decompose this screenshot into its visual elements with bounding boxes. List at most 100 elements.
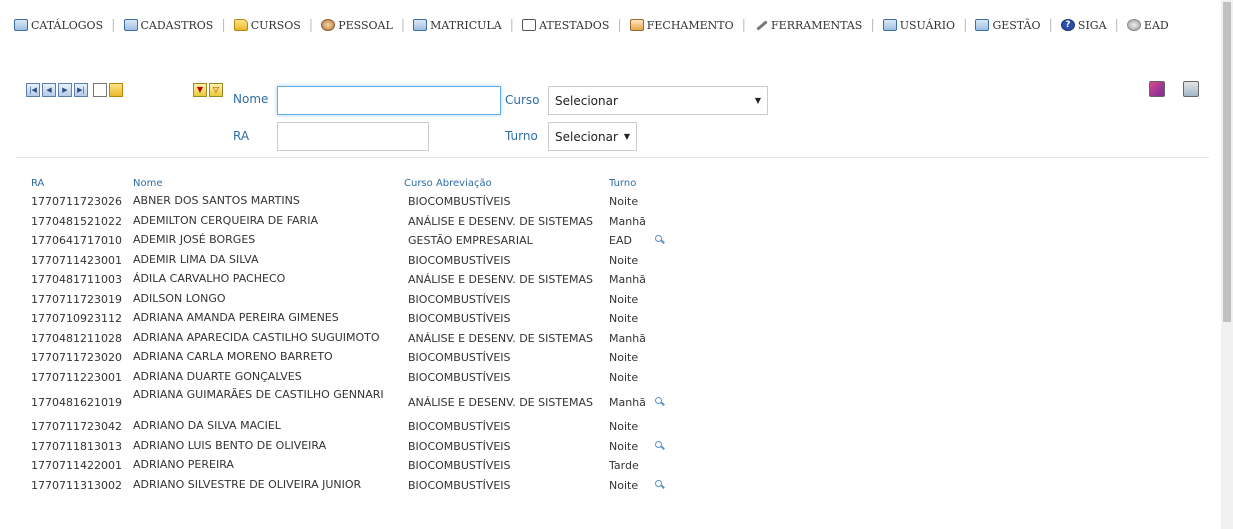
first-record-button[interactable]: |◀ bbox=[26, 83, 40, 97]
cell-curso: BIOCOMBUSTÍVEIS bbox=[408, 195, 511, 208]
cell-turno: Noite bbox=[609, 195, 639, 208]
cell-ra: 1770481521022 bbox=[31, 214, 122, 228]
menu-item-label: PESSOAL bbox=[338, 18, 393, 32]
cell-curso: BIOCOMBUSTÍVEIS bbox=[408, 253, 511, 267]
cell-curso: BIOCOMBUSTÍVEIS bbox=[408, 459, 511, 472]
table-row[interactable]: 1770711723042 ADRIANO DA SILVA MACIEL BIOC… bbox=[0, 418, 700, 438]
cell-nome: ADRIANA DUARTE GONÇALVES bbox=[133, 369, 302, 383]
cell-nome: ÁDILA CARVALHO PACHECO bbox=[133, 272, 286, 285]
header-curso[interactable]: Curso Abreviação bbox=[404, 178, 492, 189]
vertical-scrollbar[interactable] bbox=[1221, 0, 1233, 529]
report-book-icon[interactable] bbox=[1149, 81, 1165, 97]
menu-item-8[interactable]: USUÁRIO bbox=[882, 18, 956, 32]
cell-turno: Tarde bbox=[609, 459, 639, 472]
menu-item-label: USUÁRIO bbox=[899, 18, 956, 32]
chevron-down-icon: ▼ bbox=[623, 132, 631, 141]
cell-ra: 1770711813013 bbox=[31, 439, 122, 453]
tools-icon bbox=[754, 19, 768, 31]
next-record-button[interactable]: ▶ bbox=[58, 83, 72, 97]
header-ra[interactable]: RA bbox=[31, 178, 44, 189]
top-menu: CATÁLOGOS | CADASTROS | CURSOS | PESSOAL | MATRI… bbox=[14, 14, 1207, 36]
nome-input[interactable] bbox=[277, 86, 501, 115]
cell-curso: BIOCOMBUSTÍVEIS bbox=[408, 370, 511, 384]
last-record-button[interactable]: ▶| bbox=[74, 83, 88, 97]
search-icon[interactable] bbox=[655, 235, 664, 244]
previous-record-button[interactable]: ◀ bbox=[42, 83, 56, 97]
table-row[interactable]: 1770481211028 ADRIANA APARECIDA CASTILHO … bbox=[0, 330, 700, 350]
menu-separator: | bbox=[963, 17, 968, 33]
menu-item-3[interactable]: PESSOAL bbox=[321, 19, 393, 32]
filter-toolbar: ▼ ▽ bbox=[193, 83, 223, 97]
monitor-icon bbox=[975, 19, 990, 31]
menu-item-7[interactable]: FERRAMENTAS bbox=[754, 19, 862, 32]
ra-input[interactable] bbox=[277, 122, 429, 151]
table-row[interactable]: 1770711723020 ADRIANA CARLA MORENO BARRET… bbox=[0, 349, 700, 369]
header-nome[interactable]: Nome bbox=[133, 178, 163, 189]
search-icon[interactable] bbox=[655, 440, 664, 450]
new-document-icon[interactable] bbox=[93, 83, 107, 97]
cell-curso: BIOCOMBUSTÍVEIS bbox=[408, 292, 511, 306]
chevron-down-icon: ▼ bbox=[754, 96, 761, 105]
cell-ra: 1770481711003 bbox=[31, 273, 122, 286]
cell-nome: ADRIANA CARLA MORENO BARRETO bbox=[133, 350, 333, 363]
table-row[interactable]: 1770481711003 ÁDILA CARVALHO PACHECO ANÁLI… bbox=[0, 271, 700, 291]
menu-item-label: SIGA bbox=[1077, 18, 1107, 32]
open-folder-icon[interactable] bbox=[109, 83, 123, 97]
apply-filter-button[interactable]: ▼ bbox=[193, 83, 207, 97]
calculator-icon bbox=[629, 19, 644, 31]
cell-curso: ANÁLISE E DESENV. DE SISTEMAS bbox=[408, 273, 594, 286]
menu-item-5[interactable]: ATESTADOS bbox=[522, 19, 609, 32]
table-row[interactable]: 1770711813013 ADRIANO LUIS BENTO DE OLIVE… bbox=[0, 438, 700, 458]
menu-item-2[interactable]: CURSOS bbox=[233, 18, 301, 32]
menu-item-11[interactable]: EAD bbox=[1126, 19, 1169, 32]
cell-curso: BIOCOMBUSTÍVEIS bbox=[408, 351, 511, 364]
menu-item-1[interactable]: CADASTROS bbox=[123, 19, 213, 32]
menu-item-label: FECHAMENTO bbox=[646, 18, 734, 32]
cell-turno: Manhã bbox=[609, 214, 646, 228]
people-icon bbox=[321, 19, 336, 31]
cell-ra: 1770711223001 bbox=[31, 370, 122, 384]
header-turno[interactable]: Turno bbox=[609, 178, 636, 189]
cell-ra: 1770711723020 bbox=[31, 351, 122, 364]
menu-separator: | bbox=[870, 17, 875, 33]
table-row[interactable]: 1770481621019 ADRIANA GUIMARÃES DE CASTIL… bbox=[0, 388, 700, 418]
menu-separator: | bbox=[1114, 17, 1119, 33]
table-row[interactable]: 1770481521022 ADEMILTON CERQUEIRA DE FARI… bbox=[0, 213, 700, 233]
table-row[interactable]: 1770641717010 ADEMIR JOSÉ BORGES GESTÃO EM… bbox=[0, 232, 700, 252]
table-row[interactable]: 1770711313002 ADRIANO SILVESTRE DE OLIVEI… bbox=[0, 477, 700, 497]
clear-filter-button[interactable]: ▽ bbox=[209, 83, 223, 97]
search-icon[interactable] bbox=[655, 397, 664, 406]
cell-ra: 1770481211028 bbox=[31, 331, 122, 345]
cell-nome: ADRIANA GUIMARÃES DE CASTILHO GENNARI bbox=[133, 388, 384, 401]
table-row[interactable]: 1770711423001 ADEMIR LIMA DA SILVA BIOCOMB… bbox=[0, 252, 700, 272]
menu-item-9[interactable]: GESTÃO bbox=[975, 19, 1041, 32]
cell-nome: ADRIANO DA SILVA MACIEL bbox=[133, 419, 281, 432]
turno-select-value: Selecionar bbox=[555, 129, 618, 144]
cell-turno: Noite bbox=[609, 439, 639, 453]
scrollbar-thumb[interactable] bbox=[1223, 2, 1231, 322]
curso-select[interactable]: Selecionar ▼ bbox=[548, 86, 768, 115]
menu-item-label: CURSOS bbox=[250, 18, 301, 32]
cell-turno: Noite bbox=[609, 370, 639, 384]
export-box-icon[interactable] bbox=[1183, 81, 1199, 97]
student-list: 1770711723026 ABNER DOS SANTOS MARTINS BIO… bbox=[0, 193, 700, 496]
record-navigation: |◀ ◀ ▶ ▶| bbox=[26, 83, 123, 97]
cell-turno: Noite bbox=[609, 351, 639, 364]
table-row[interactable]: 1770711723019 ADILSON LONGO BIOCOMBUSTÍVEI… bbox=[0, 291, 700, 311]
menu-separator: | bbox=[308, 17, 314, 33]
search-icon[interactable] bbox=[655, 479, 664, 489]
menu-separator: | bbox=[221, 17, 226, 33]
table-row[interactable]: 1770711223001 ADRIANA DUARTE GONÇALVES BIO… bbox=[0, 369, 700, 389]
cell-nome: ADRIANA AMANDA PEREIRA GIMENES bbox=[133, 311, 339, 324]
menu-item-6[interactable]: FECHAMENTO bbox=[629, 18, 734, 32]
turno-select[interactable]: Selecionar ▼ bbox=[548, 122, 637, 151]
menu-item-4[interactable]: MATRICULA bbox=[413, 19, 502, 32]
curso-label: Curso bbox=[505, 93, 540, 107]
table-row[interactable]: 1770711723026 ABNER DOS SANTOS MARTINS BIO… bbox=[0, 193, 700, 213]
cell-turno: Noite bbox=[609, 312, 639, 325]
menu-item-10[interactable]: ? SIGA bbox=[1060, 18, 1107, 32]
menu-item-0[interactable]: CATÁLOGOS bbox=[14, 19, 103, 32]
table-row[interactable]: 1770710923112 ADRIANA AMANDA PEREIRA GIME… bbox=[0, 310, 700, 330]
cell-nome: ADRIANO SILVESTRE DE OLIVEIRA JUNIOR bbox=[133, 477, 362, 491]
table-row[interactable]: 1770711422001 ADRIANO PEREIRA BIOCOMBUSTÍV… bbox=[0, 457, 700, 477]
